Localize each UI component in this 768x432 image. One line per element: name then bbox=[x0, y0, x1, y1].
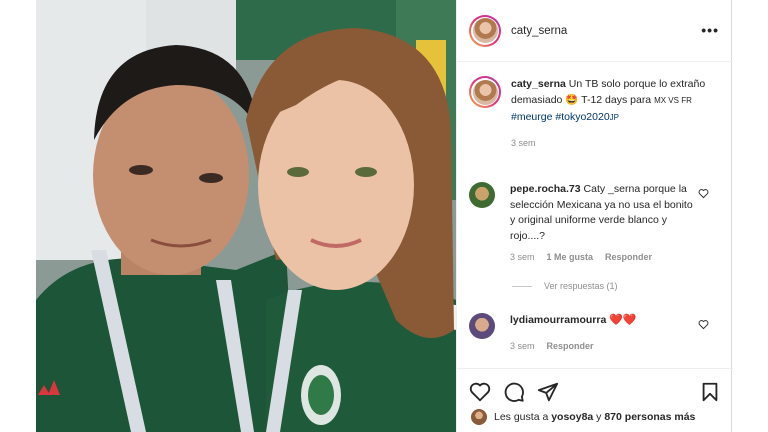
reply-button[interactable]: Responder bbox=[547, 339, 594, 355]
instagram-post-view: caty_serna ••• caty_serna Un TB solo por… bbox=[0, 0, 768, 432]
likes-count[interactable]: 870 personas más bbox=[604, 411, 695, 423]
bookmark-icon[interactable] bbox=[699, 381, 721, 403]
liker-username[interactable]: yosoy8a bbox=[551, 411, 593, 423]
comment-like-heart-icon[interactable] bbox=[698, 319, 709, 330]
hashtag-flag-suffix: JP bbox=[609, 113, 620, 122]
hashtag-tokyo2020[interactable]: #tokyo2020 bbox=[555, 111, 609, 123]
caption-username[interactable]: caty_serna bbox=[511, 78, 566, 90]
comment-timestamp: 3 sem bbox=[510, 252, 535, 262]
comment-like-heart-icon[interactable] bbox=[698, 188, 709, 199]
send-icon[interactable] bbox=[537, 381, 559, 403]
commenter-avatar[interactable] bbox=[469, 182, 495, 208]
selfie-photo bbox=[36, 0, 456, 432]
caption-body-end: T-12 days para bbox=[581, 94, 652, 106]
hashtag-meurge[interactable]: #meurge bbox=[511, 111, 552, 123]
red-heart-emoji-icon: ❤️❤️ bbox=[609, 314, 637, 326]
commenter-avatar[interactable] bbox=[469, 313, 495, 339]
star-eyes-emoji-icon: 🤩 bbox=[565, 94, 579, 106]
caption-text: caty_serna Un TB solo porque lo extraño … bbox=[511, 76, 725, 151]
commenter-username[interactable]: lydiamourramourra bbox=[510, 314, 606, 326]
comment-like-count[interactable]: 1 Me gusta bbox=[547, 250, 594, 266]
more-options-icon[interactable]: ••• bbox=[701, 22, 719, 38]
heart-icon[interactable] bbox=[469, 381, 491, 403]
post-sidebar: caty_serna ••• caty_serna Un TB solo por… bbox=[456, 0, 733, 432]
author-username[interactable]: caty_serna bbox=[511, 25, 567, 37]
caption-timestamp: 3 sem bbox=[511, 138, 536, 148]
caption-mx-vs-fr: MX VS FR bbox=[654, 96, 692, 105]
author-avatar[interactable] bbox=[469, 14, 501, 47]
likes-summary: Les gusta a yosoy8a y 870 personas más bbox=[471, 409, 695, 425]
liker-avatar[interactable] bbox=[471, 409, 487, 425]
comment-item: pepe.rocha.73 Caty _serna porque la sele… bbox=[469, 182, 727, 266]
view-replies-button[interactable]: Ver respuestas (1) bbox=[512, 281, 618, 291]
reply-button[interactable]: Responder bbox=[605, 250, 652, 266]
caption-avatar[interactable] bbox=[469, 76, 501, 108]
post-header: caty_serna ••• bbox=[457, 0, 733, 62]
post-actions-bar: Les gusta a yosoy8a y 870 personas más bbox=[457, 368, 733, 432]
post-photo[interactable] bbox=[36, 0, 456, 432]
comment-timestamp: 3 sem bbox=[510, 340, 535, 351]
comment-item: lydiamourramourra ❤️❤️ 3 sem Responder bbox=[469, 313, 727, 354]
post-caption: caty_serna Un TB solo porque lo extraño … bbox=[469, 76, 727, 151]
commenter-username[interactable]: pepe.rocha.73 bbox=[510, 183, 581, 195]
comment-icon[interactable] bbox=[503, 381, 525, 403]
